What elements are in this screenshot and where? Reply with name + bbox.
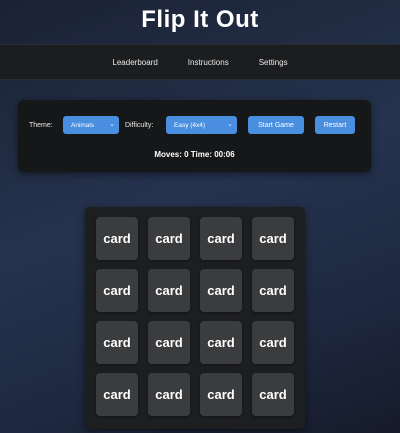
memory-card[interactable]: card bbox=[252, 321, 294, 364]
memory-card[interactable]: card bbox=[200, 217, 242, 260]
moves-time-status: Moves: 0 Time: 00:06 bbox=[154, 150, 235, 159]
theme-select[interactable]: Animals ⌄ bbox=[63, 116, 119, 134]
game-controls-panel: Theme: Animals ⌄ Difficulty: Easy (4x4) … bbox=[18, 100, 371, 172]
memory-card[interactable]: card bbox=[200, 269, 242, 312]
memory-card[interactable]: card bbox=[96, 321, 138, 364]
memory-card[interactable]: card bbox=[252, 217, 294, 260]
memory-card[interactable]: card bbox=[148, 269, 190, 312]
chevron-down-icon: ⌄ bbox=[109, 121, 115, 128]
memory-card[interactable]: card bbox=[148, 373, 190, 416]
memory-card[interactable]: card bbox=[148, 217, 190, 260]
memory-card[interactable]: card bbox=[200, 321, 242, 364]
difficulty-select[interactable]: Easy (4x4) ⌄ bbox=[166, 116, 237, 134]
nav-settings-link[interactable]: Settings bbox=[259, 58, 288, 67]
card-grid: card card card card card card card card card card… bbox=[85, 207, 305, 429]
memory-card[interactable]: card bbox=[252, 269, 294, 312]
memory-card[interactable]: card bbox=[96, 269, 138, 312]
restart-button[interactable]: Restart bbox=[315, 116, 355, 134]
nav-leaderboard-link[interactable]: Leaderboard bbox=[112, 58, 157, 67]
memory-card[interactable]: card bbox=[148, 321, 190, 364]
difficulty-label: Difficulty: bbox=[125, 122, 154, 129]
memory-card[interactable]: card bbox=[96, 373, 138, 416]
theme-label: Theme: bbox=[29, 122, 53, 129]
memory-card[interactable]: card bbox=[200, 373, 242, 416]
nav-instructions-link[interactable]: Instructions bbox=[188, 58, 229, 67]
chevron-down-icon: ⌄ bbox=[227, 121, 233, 128]
difficulty-select-value: Easy (4x4) bbox=[174, 121, 206, 129]
start-game-button[interactable]: Start Game bbox=[248, 116, 304, 134]
theme-select-value: Animals bbox=[71, 121, 95, 129]
memory-card[interactable]: card bbox=[96, 217, 138, 260]
memory-card[interactable]: card bbox=[252, 373, 294, 416]
navbar: Leaderboard Instructions Settings bbox=[0, 44, 400, 80]
page-title: Flip It Out bbox=[141, 6, 259, 33]
